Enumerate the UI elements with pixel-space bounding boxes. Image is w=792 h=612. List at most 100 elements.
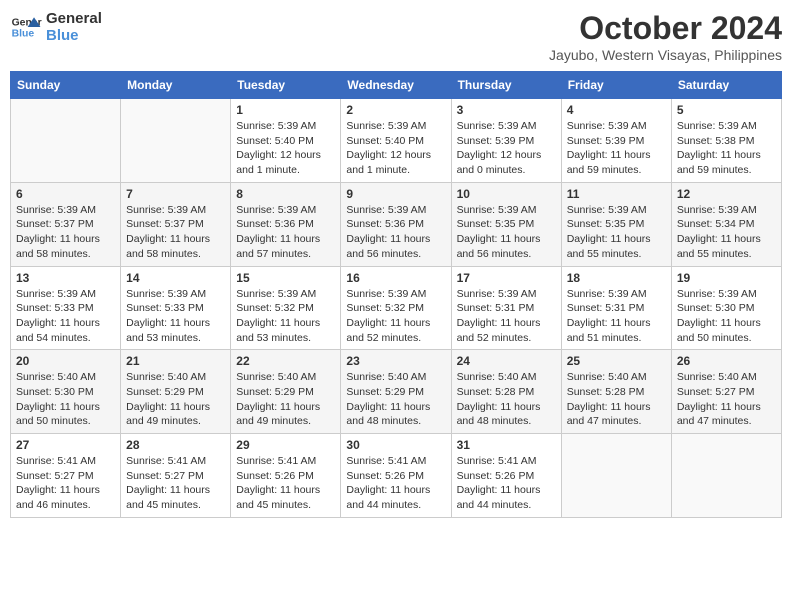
day-info: Sunrise: 5:39 AM Sunset: 5:38 PM Dayligh… xyxy=(677,119,776,178)
day-number: 30 xyxy=(346,438,445,452)
calendar-cell: 30 Sunrise: 5:41 AM Sunset: 5:26 PM Dayli… xyxy=(341,434,451,518)
day-info: Sunrise: 5:41 AM Sunset: 5:26 PM Dayligh… xyxy=(346,454,445,513)
day-number: 15 xyxy=(236,271,335,285)
calendar-cell: 16 Sunrise: 5:39 AM Sunset: 5:32 PM Dayli… xyxy=(341,266,451,350)
day-info: Sunrise: 5:39 AM Sunset: 5:37 PM Dayligh… xyxy=(16,203,115,262)
calendar-header-row: SundayMondayTuesdayWednesdayThursdayFrid… xyxy=(11,72,782,99)
day-info: Sunrise: 5:39 AM Sunset: 5:35 PM Dayligh… xyxy=(567,203,666,262)
calendar-cell: 25Sunrise: 5:40 AM Sunset: 5:28 PM Dayli… xyxy=(561,350,671,434)
day-info: Sunrise: 5:39 AM Sunset: 5:30 PM Dayligh… xyxy=(677,287,776,346)
week-row-1: 1Sunrise: 5:39 AM Sunset: 5:40 PM Daylig… xyxy=(11,99,782,183)
day-info: Sunrise: 5:39 AM Sunset: 5:32 PM Dayligh… xyxy=(346,287,445,346)
day-info: Sunrise: 5:41 AM Sunset: 5:26 PM Dayligh… xyxy=(457,454,556,513)
day-number: 2 xyxy=(346,103,445,117)
calendar-cell: 20 Sunrise: 5:40 AM Sunset: 5:30 PM Dayli… xyxy=(11,350,121,434)
day-number: 25 xyxy=(567,354,666,368)
header-wednesday: Wednesday xyxy=(341,72,451,99)
day-number: 5 xyxy=(677,103,776,117)
calendar-cell: 18 Sunrise: 5:39 AM Sunset: 5:31 PM Dayli… xyxy=(561,266,671,350)
calendar-cell: 3 Sunrise: 5:39 AM Sunset: 5:39 PM Daylig… xyxy=(451,99,561,183)
day-number: 26 xyxy=(677,354,776,368)
day-number: 13 xyxy=(16,271,115,285)
day-info: Sunrise: 5:40 AM Sunset: 5:29 PM Dayligh… xyxy=(346,370,445,429)
header-tuesday: Tuesday xyxy=(231,72,341,99)
day-number: 10 xyxy=(457,187,556,201)
day-number: 7 xyxy=(126,187,225,201)
day-info: Sunrise: 5:41 AM Sunset: 5:26 PM Dayligh… xyxy=(236,454,335,513)
day-info: Sunrise: 5:40 AM Sunset: 5:30 PM Dayligh… xyxy=(16,370,115,429)
day-info: Sunrise: 5:39 AM Sunset: 5:34 PM Dayligh… xyxy=(677,203,776,262)
calendar-cell: 29 Sunrise: 5:41 AM Sunset: 5:26 PM Dayli… xyxy=(231,434,341,518)
day-number: 29 xyxy=(236,438,335,452)
day-info: Sunrise: 5:39 AM Sunset: 5:33 PM Dayligh… xyxy=(126,287,225,346)
calendar-cell: 27 Sunrise: 5:41 AM Sunset: 5:27 PM Dayli… xyxy=(11,434,121,518)
calendar-cell: 15 Sunrise: 5:39 AM Sunset: 5:32 PM Dayli… xyxy=(231,266,341,350)
day-info: Sunrise: 5:39 AM Sunset: 5:39 PM Dayligh… xyxy=(457,119,556,178)
day-number: 22 xyxy=(236,354,335,368)
page-header: General Blue General Blue October 2024 J… xyxy=(10,10,782,63)
location: Jayubo, Western Visayas, Philippines xyxy=(549,47,782,63)
day-number: 12 xyxy=(677,187,776,201)
day-number: 3 xyxy=(457,103,556,117)
day-info: Sunrise: 5:39 AM Sunset: 5:33 PM Dayligh… xyxy=(16,287,115,346)
day-info: Sunrise: 5:39 AM Sunset: 5:36 PM Dayligh… xyxy=(236,203,335,262)
calendar-cell: 7 Sunrise: 5:39 AM Sunset: 5:37 PM Daylig… xyxy=(121,182,231,266)
svg-text:Blue: Blue xyxy=(12,29,35,40)
day-info: Sunrise: 5:39 AM Sunset: 5:40 PM Dayligh… xyxy=(346,119,445,178)
calendar-cell: 11 Sunrise: 5:39 AM Sunset: 5:35 PM Dayli… xyxy=(561,182,671,266)
calendar-cell: 4 Sunrise: 5:39 AM Sunset: 5:39 PM Daylig… xyxy=(561,99,671,183)
week-row-5: 27 Sunrise: 5:41 AM Sunset: 5:27 PM Dayli… xyxy=(11,434,782,518)
header-sunday: Sunday xyxy=(11,72,121,99)
calendar-cell: 14 Sunrise: 5:39 AM Sunset: 5:33 PM Dayli… xyxy=(121,266,231,350)
calendar-cell: 28 Sunrise: 5:41 AM Sunset: 5:27 PM Dayli… xyxy=(121,434,231,518)
day-info: Sunrise: 5:39 AM Sunset: 5:35 PM Dayligh… xyxy=(457,203,556,262)
calendar-cell: 31 Sunrise: 5:41 AM Sunset: 5:26 PM Dayli… xyxy=(451,434,561,518)
day-number: 11 xyxy=(567,187,666,201)
calendar-cell xyxy=(121,99,231,183)
day-number: 31 xyxy=(457,438,556,452)
calendar-cell: 24 Sunrise: 5:40 AM Sunset: 5:28 PM Dayli… xyxy=(451,350,561,434)
calendar-cell: 2 Sunrise: 5:39 AM Sunset: 5:40 PM Daylig… xyxy=(341,99,451,183)
header-friday: Friday xyxy=(561,72,671,99)
day-number: 18 xyxy=(567,271,666,285)
day-info: Sunrise: 5:39 AM Sunset: 5:32 PM Dayligh… xyxy=(236,287,335,346)
day-number: 6 xyxy=(16,187,115,201)
calendar-cell: 1Sunrise: 5:39 AM Sunset: 5:40 PM Daylig… xyxy=(231,99,341,183)
calendar-cell: 22Sunrise: 5:40 AM Sunset: 5:29 PM Dayli… xyxy=(231,350,341,434)
day-number: 4 xyxy=(567,103,666,117)
header-thursday: Thursday xyxy=(451,72,561,99)
calendar-cell: 6 Sunrise: 5:39 AM Sunset: 5:37 PM Daylig… xyxy=(11,182,121,266)
week-row-3: 13 Sunrise: 5:39 AM Sunset: 5:33 PM Dayli… xyxy=(11,266,782,350)
day-number: 24 xyxy=(457,354,556,368)
week-row-4: 20 Sunrise: 5:40 AM Sunset: 5:30 PM Dayli… xyxy=(11,350,782,434)
day-info: Sunrise: 5:39 AM Sunset: 5:39 PM Dayligh… xyxy=(567,119,666,178)
day-number: 27 xyxy=(16,438,115,452)
day-info: Sunrise: 5:40 AM Sunset: 5:28 PM Dayligh… xyxy=(457,370,556,429)
title-section: October 2024 Jayubo, Western Visayas, Ph… xyxy=(549,10,782,63)
day-info: Sunrise: 5:39 AM Sunset: 5:31 PM Dayligh… xyxy=(567,287,666,346)
calendar-cell: 26 Sunrise: 5:40 AM Sunset: 5:27 PM Dayli… xyxy=(671,350,781,434)
calendar-cell: 23 Sunrise: 5:40 AM Sunset: 5:29 PM Dayli… xyxy=(341,350,451,434)
day-info: Sunrise: 5:41 AM Sunset: 5:27 PM Dayligh… xyxy=(16,454,115,513)
day-number: 21 xyxy=(126,354,225,368)
header-monday: Monday xyxy=(121,72,231,99)
day-info: Sunrise: 5:39 AM Sunset: 5:37 PM Dayligh… xyxy=(126,203,225,262)
week-row-2: 6 Sunrise: 5:39 AM Sunset: 5:37 PM Daylig… xyxy=(11,182,782,266)
day-number: 16 xyxy=(346,271,445,285)
day-number: 14 xyxy=(126,271,225,285)
calendar-cell: 19Sunrise: 5:39 AM Sunset: 5:30 PM Dayli… xyxy=(671,266,781,350)
day-number: 23 xyxy=(346,354,445,368)
calendar-cell: 5 Sunrise: 5:39 AM Sunset: 5:38 PM Daylig… xyxy=(671,99,781,183)
day-info: Sunrise: 5:39 AM Sunset: 5:36 PM Dayligh… xyxy=(346,203,445,262)
day-number: 28 xyxy=(126,438,225,452)
day-info: Sunrise: 5:40 AM Sunset: 5:27 PM Dayligh… xyxy=(677,370,776,429)
calendar-cell: 17Sunrise: 5:39 AM Sunset: 5:31 PM Dayli… xyxy=(451,266,561,350)
day-number: 8 xyxy=(236,187,335,201)
logo: General Blue General Blue xyxy=(10,10,102,44)
calendar-cell xyxy=(671,434,781,518)
day-info: Sunrise: 5:41 AM Sunset: 5:27 PM Dayligh… xyxy=(126,454,225,513)
logo-text-blue: Blue xyxy=(46,27,102,44)
day-number: 20 xyxy=(16,354,115,368)
day-info: Sunrise: 5:39 AM Sunset: 5:31 PM Dayligh… xyxy=(457,287,556,346)
calendar-cell xyxy=(561,434,671,518)
